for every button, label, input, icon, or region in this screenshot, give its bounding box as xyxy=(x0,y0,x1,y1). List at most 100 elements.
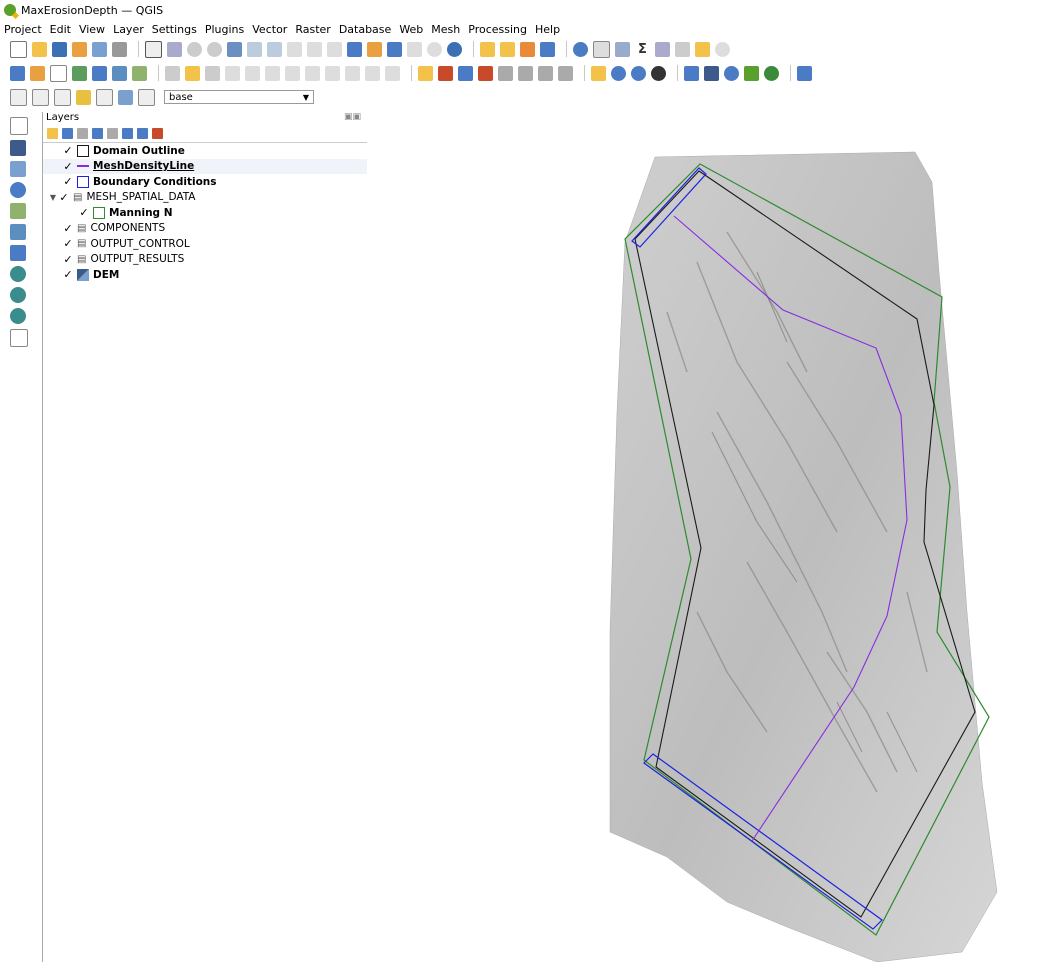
save-edits-icon[interactable] xyxy=(205,65,220,81)
deselect-icon[interactable] xyxy=(520,41,535,57)
label-pin-icon[interactable] xyxy=(458,65,473,81)
menu-project[interactable]: Project xyxy=(4,23,42,36)
copy-features-icon[interactable] xyxy=(325,65,340,81)
help-icon[interactable] xyxy=(797,65,812,81)
show-bookmarks-icon[interactable] xyxy=(407,41,422,57)
layer-group-row[interactable]: ▼ ✓ ▤ MESH_SPATIAL_DATA xyxy=(43,190,367,206)
new-3d-map-icon[interactable] xyxy=(367,41,382,57)
zoom-selection-icon[interactable] xyxy=(247,41,262,57)
zoom-out-icon[interactable] xyxy=(207,41,222,57)
add-raster-icon[interactable] xyxy=(72,65,87,81)
attribute-table-icon[interactable] xyxy=(593,40,610,58)
add-group-icon[interactable] xyxy=(62,127,73,139)
add-virtual-layer-icon[interactable] xyxy=(10,224,26,240)
menu-processing[interactable]: Processing xyxy=(468,23,527,36)
modify-attributes-icon[interactable] xyxy=(265,65,280,81)
mesh-export-icon[interactable] xyxy=(631,65,646,81)
layer-row[interactable]: ✓ Manning N xyxy=(43,205,367,221)
reshape-polygon-icon[interactable] xyxy=(118,89,133,105)
menu-view[interactable]: View xyxy=(79,23,105,36)
label-rotate-icon[interactable] xyxy=(518,65,533,81)
layer-checkbox[interactable]: ✓ xyxy=(63,222,73,235)
select-features-icon[interactable] xyxy=(480,41,495,57)
pan-to-selection-icon[interactable] xyxy=(167,41,182,57)
delete-polygon-icon[interactable] xyxy=(32,88,49,106)
layer-checkbox[interactable]: ✓ xyxy=(63,237,73,250)
add-layer-icon[interactable] xyxy=(30,65,45,81)
delete-selected-icon[interactable] xyxy=(285,65,300,81)
layer-checkbox[interactable]: ✓ xyxy=(59,191,69,204)
refresh-icon[interactable] xyxy=(447,41,462,57)
toggle-editing-icon[interactable] xyxy=(185,65,200,81)
offset-polygon-icon[interactable] xyxy=(138,88,155,106)
manage-themes-icon[interactable] xyxy=(77,127,88,139)
layer-group-row[interactable]: ✓ ▤ OUTPUT_CONTROL xyxy=(43,236,367,252)
menu-plugins[interactable]: Plugins xyxy=(205,23,244,36)
zoom-in-icon[interactable] xyxy=(187,41,202,57)
layer-checkbox[interactable]: ✓ xyxy=(63,268,73,281)
layout-manager-icon[interactable] xyxy=(92,41,107,57)
expand-arrow-icon[interactable]: ▼ xyxy=(47,193,59,202)
redo-icon[interactable] xyxy=(385,65,400,81)
pan-icon[interactable] xyxy=(145,40,162,58)
filter-expression-icon[interactable] xyxy=(107,127,118,139)
mesh-calculator-icon[interactable] xyxy=(591,65,606,81)
menu-web[interactable]: Web xyxy=(399,23,423,36)
undo-icon[interactable] xyxy=(365,65,380,81)
layer-checkbox[interactable]: ✓ xyxy=(63,253,73,266)
layer-checkbox[interactable]: ✓ xyxy=(63,175,73,188)
python-console-icon[interactable] xyxy=(684,65,699,81)
add-wfs-icon[interactable] xyxy=(10,308,26,324)
map-tips-icon[interactable] xyxy=(695,41,710,57)
add-wms-icon[interactable] xyxy=(112,65,127,81)
vertex-tool-icon[interactable] xyxy=(245,65,260,81)
plugin-status-icon[interactable] xyxy=(764,65,779,81)
label-properties-icon[interactable] xyxy=(558,65,573,81)
label-move-icon[interactable] xyxy=(498,65,513,81)
menu-vector[interactable]: Vector xyxy=(252,23,287,36)
digitize-line-icon[interactable] xyxy=(225,65,240,81)
bookmark-icon[interactable] xyxy=(387,41,402,57)
menu-database[interactable]: Database xyxy=(339,23,392,36)
layer-row[interactable]: ✓ DEM xyxy=(43,267,367,283)
data-source-manager-icon[interactable] xyxy=(10,65,25,81)
add-vector-icon[interactable] xyxy=(50,64,67,82)
remove-layer-icon[interactable] xyxy=(152,127,163,139)
measure-icon[interactable] xyxy=(675,41,690,57)
open-styling-icon[interactable] xyxy=(47,127,58,139)
filter-legend-icon[interactable] xyxy=(92,127,103,139)
zoom-last-icon[interactable] xyxy=(307,41,322,57)
zoom-layer-icon[interactable] xyxy=(267,41,282,57)
layer-row[interactable]: ✓ Boundary Conditions xyxy=(43,174,367,190)
mesh-run-icon[interactable] xyxy=(651,65,666,81)
plugin-reload-icon[interactable] xyxy=(724,65,739,81)
layer-checkbox[interactable]: ✓ xyxy=(63,160,73,173)
open-field-calculator-icon[interactable] xyxy=(655,41,670,57)
new-project-icon[interactable] xyxy=(10,40,27,58)
label-style-icon[interactable] xyxy=(438,65,453,81)
processing-toolbox-icon[interactable] xyxy=(615,41,630,57)
add-delimited-text-icon[interactable] xyxy=(10,182,26,198)
map-canvas[interactable] xyxy=(367,112,1037,963)
new-map-view-icon[interactable] xyxy=(347,41,362,57)
statistics-sigma-icon[interactable]: Σ xyxy=(635,41,650,57)
menu-raster[interactable]: Raster xyxy=(295,23,330,36)
locator-icon[interactable] xyxy=(715,41,730,57)
panel-close-icon[interactable]: ▣▣ xyxy=(344,112,361,124)
new-print-layout-icon[interactable] xyxy=(72,41,87,57)
edit-polygon-icon[interactable] xyxy=(54,88,71,106)
menu-settings[interactable]: Settings xyxy=(152,23,197,36)
zoom-native-icon[interactable] xyxy=(287,41,302,57)
add-virtual-icon[interactable] xyxy=(132,65,147,81)
menu-layer[interactable]: Layer xyxy=(113,23,144,36)
save-project-icon[interactable] xyxy=(52,41,67,57)
paste-features-icon[interactable] xyxy=(345,65,360,81)
layer-checkbox[interactable]: ✓ xyxy=(63,144,73,157)
layer-row[interactable]: ✓ Domain Outline xyxy=(43,143,367,159)
new-layer-icon[interactable] xyxy=(10,329,28,347)
temporal-controller-icon[interactable] xyxy=(427,41,442,57)
split-polygon-icon[interactable] xyxy=(96,88,113,106)
cut-features-icon[interactable] xyxy=(305,65,320,81)
layer-group-row[interactable]: ✓ ▤ COMPONENTS xyxy=(43,221,367,237)
label-tool-icon[interactable] xyxy=(418,65,433,81)
